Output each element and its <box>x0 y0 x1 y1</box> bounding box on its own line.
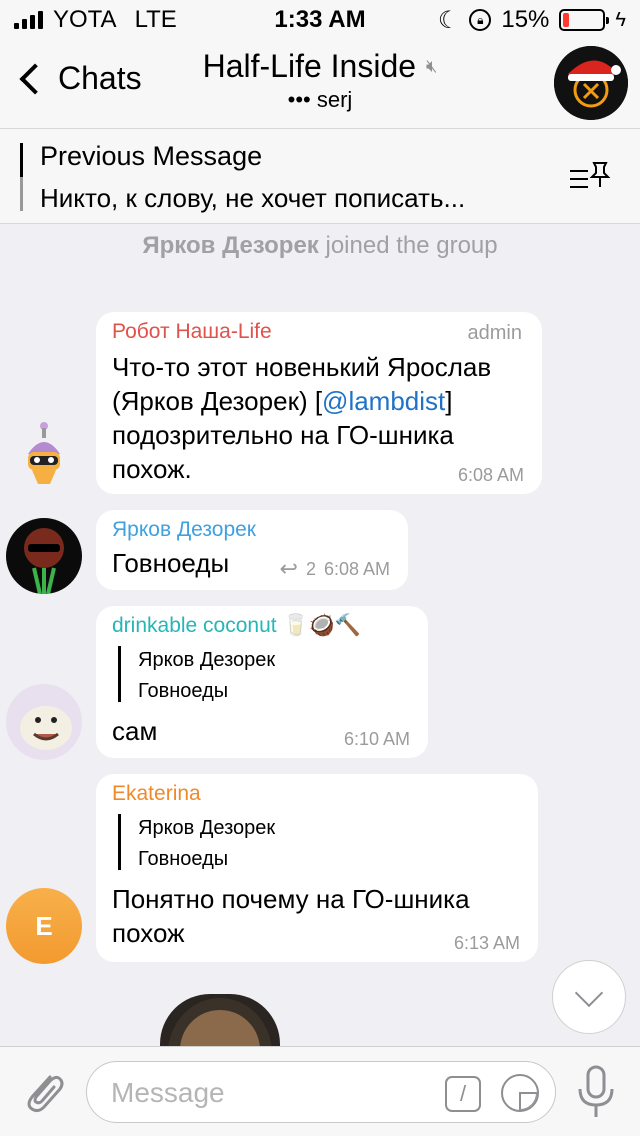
message-sender[interactable]: Ekaterina <box>112 782 522 806</box>
reply-text: Говноеды <box>138 680 229 702</box>
message-bubble[interactable]: drinkable coconut 🥛🥥🔨 Ярков Дезорек Говн… <box>96 606 428 758</box>
service-message: Ярков Дезорек joined the group <box>120 230 520 262</box>
carrier-name: YOTA <box>53 6 117 33</box>
chat-title: Half-Life Inside <box>202 48 417 84</box>
message-sender[interactable]: drinkable coconut 🥛🥥🔨 <box>112 614 412 638</box>
chat-title-area[interactable]: Half-Life Inside 🔇︎ ••• serj <box>150 48 490 113</box>
admin-badge: admin <box>467 322 522 344</box>
message-time: 6:10 AM <box>343 729 410 749</box>
reply-preview[interactable]: Ярков Дезорек Говноеды <box>116 644 412 706</box>
sticker-button[interactable] <box>501 1074 539 1112</box>
message-list[interactable]: Ярков Дезорек joined the group Робот Наш… <box>0 224 640 1046</box>
battery-icon <box>559 9 610 31</box>
network-type: LTE <box>134 6 177 33</box>
slash-icon: / <box>459 1081 467 1106</box>
charging-icon: ϟ <box>615 8 626 31</box>
message-time: 6:13 AM <box>453 933 520 953</box>
battery-percent: 15% <box>501 6 550 33</box>
chevron-left-icon <box>19 62 51 95</box>
bot-commands-button[interactable]: / <box>445 1076 481 1112</box>
message-bubble[interactable]: Ярков Дезорек Говноеды ↩ 2 6:08 AM <box>96 510 408 590</box>
service-text: joined the group <box>318 232 498 259</box>
mention-link[interactable]: @lambdist <box>322 386 445 416</box>
reply-sender: Ярков Дезорек <box>138 817 276 839</box>
typing-status: ••• serj <box>287 87 353 112</box>
reply-sender: Ярков Дезорек <box>138 649 276 671</box>
avatar-ekaterina[interactable]: E <box>6 888 82 964</box>
back-button[interactable]: Chats <box>14 60 142 97</box>
message-time: 6:08 AM <box>323 558 390 579</box>
microphone-icon[interactable] <box>576 1065 616 1119</box>
sticker-image[interactable] <box>160 994 280 1046</box>
back-label: Chats <box>58 60 142 96</box>
avatar-letter: E <box>35 910 53 941</box>
input-bar: / <box>0 1046 640 1136</box>
chevron-down-icon <box>574 978 604 1008</box>
scroll-down-button[interactable] <box>552 960 626 1034</box>
message-sender[interactable]: Ярков Дезорек <box>112 518 392 542</box>
nav-bar: Chats Half-Life Inside 🔇︎ ••• serj <box>0 40 640 128</box>
pinned-text: Никто, к слову, не хочет пописать... <box>40 183 466 213</box>
service-user-name: Ярков Дезорек <box>142 232 319 259</box>
pin-list-icon[interactable] <box>568 159 612 195</box>
avatar-robot[interactable] <box>6 420 82 496</box>
reply-preview[interactable]: Ярков Дезорек Говноеды <box>116 812 522 874</box>
pinned-indicator <box>20 143 23 211</box>
reply-text: Говноеды <box>138 848 229 870</box>
sticker-icon <box>519 1092 537 1110</box>
signal-icon <box>14 11 43 29</box>
status-bar: YOTA LTE 1:33 AM ☾ 🔒︎ 15% ϟ <box>0 0 640 40</box>
message-bubble[interactable]: Ekaterina Ярков Дезорек Говноеды Понятно… <box>96 774 538 962</box>
avatar-yarkov[interactable] <box>6 518 82 594</box>
pinned-title: Previous Message <box>40 141 263 171</box>
message-time: 6:08 AM <box>457 465 524 485</box>
group-avatar[interactable] <box>554 46 628 120</box>
forward-icon: ↩ <box>279 556 298 581</box>
avatar-coconut[interactable] <box>6 684 82 760</box>
message-sender[interactable]: Робот Наша-Life <box>112 320 526 344</box>
moon-icon: ☾ <box>437 6 460 34</box>
forward-count: 2 <box>305 558 316 579</box>
message-input[interactable] <box>111 1074 431 1112</box>
message-bubble[interactable]: Робот Наша-Life admin Что-то этот новень… <box>96 312 542 494</box>
paperclip-icon[interactable] <box>20 1067 66 1115</box>
message-field[interactable]: / <box>86 1061 556 1123</box>
rotation-lock-icon: 🔒︎ <box>469 9 492 31</box>
mute-icon: 🔇︎ <box>426 56 438 76</box>
pinned-message-bar[interactable]: Previous Message Никто, к слову, не хоче… <box>0 128 640 224</box>
